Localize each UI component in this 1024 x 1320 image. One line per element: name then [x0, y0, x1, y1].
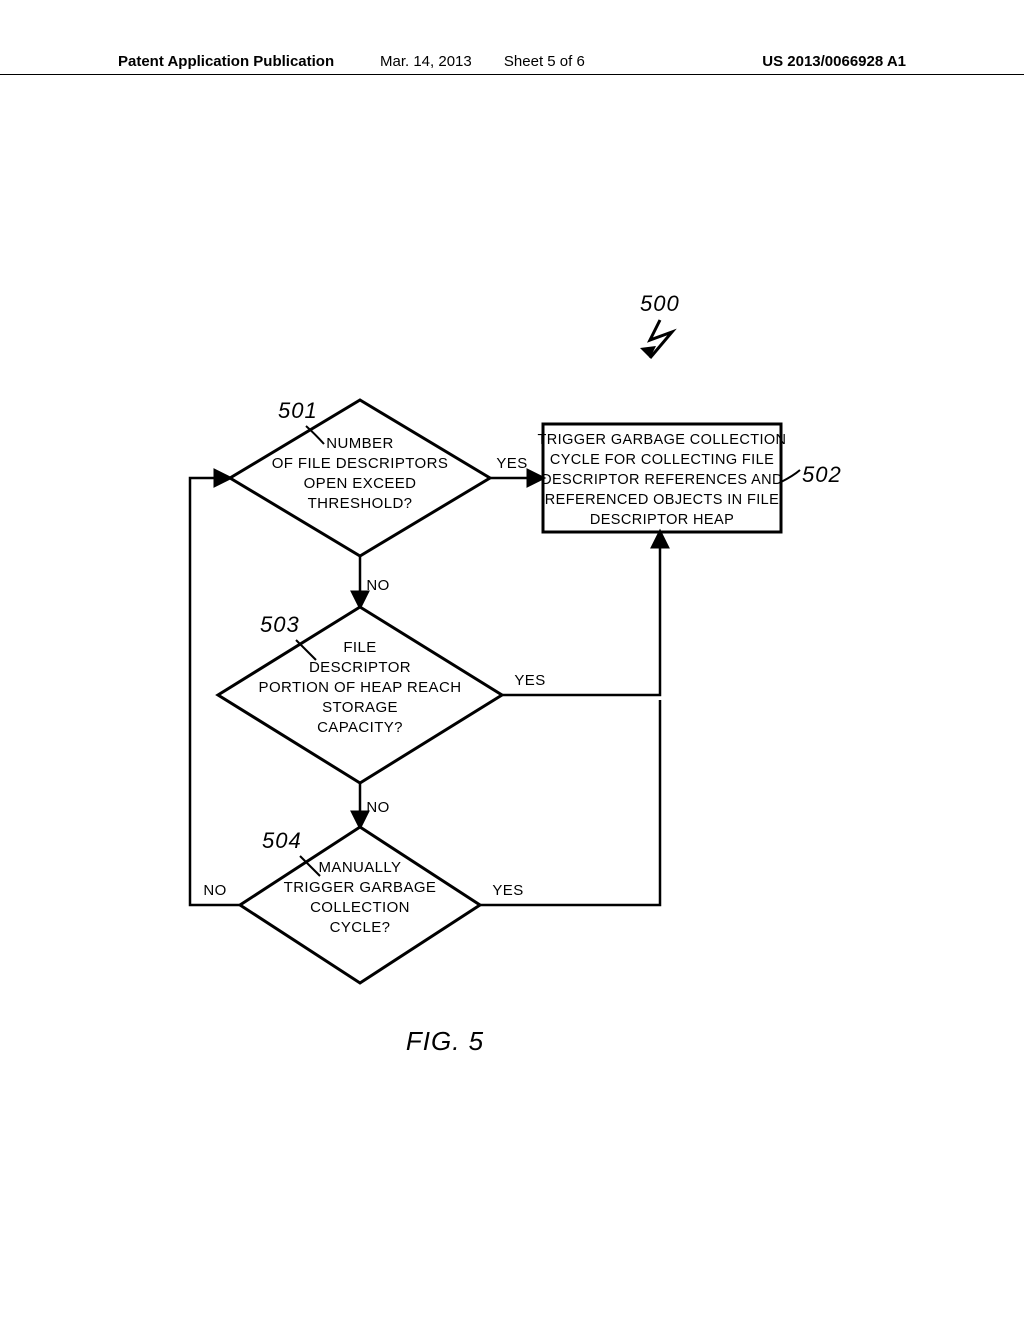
label-no-501: NO [366, 577, 389, 594]
flowchart-figure: 500 NUMBER OF FILE DESCRIPTORS OPEN EXCE… [0, 0, 1024, 1320]
ref-504: 504 [262, 828, 302, 853]
ref-500-callout: 500 [640, 291, 680, 358]
d503-line1: FILE [343, 639, 376, 656]
ref-501: 501 [278, 398, 318, 423]
ref-502-callout: 502 [781, 462, 842, 487]
page: Patent Application Publication Mar. 14, … [0, 0, 1024, 1320]
process-502: TRIGGER GARBAGE COLLECTION CYCLE FOR COL… [538, 424, 787, 532]
d503-line5: CAPACITY? [317, 719, 403, 736]
d503-line4: STORAGE [322, 699, 398, 716]
b502-line4: REFERENCED OBJECTS IN FILE [545, 492, 779, 508]
d504-line3: COLLECTION [310, 899, 410, 916]
edge-501-no: NO [360, 556, 390, 607]
d501-line2: OF FILE DESCRIPTORS [272, 455, 449, 472]
b502-line2: CYCLE FOR COLLECTING FILE [550, 452, 774, 468]
d503-line3: PORTION OF HEAP REACH [259, 679, 462, 696]
d504-line4: CYCLE? [330, 919, 391, 936]
d503-line2: DESCRIPTOR [309, 659, 411, 676]
ref-503: 503 [260, 612, 300, 637]
ref-502: 502 [802, 462, 842, 487]
d501-line3: OPEN EXCEED [304, 475, 417, 492]
d504-line2: TRIGGER GARBAGE [284, 879, 437, 896]
b502-line5: DESCRIPTOR HEAP [590, 512, 734, 528]
edge-503-no: NO [360, 783, 390, 827]
figure-label: FIG. 5 [406, 1026, 484, 1056]
ref-500: 500 [640, 291, 680, 316]
d504-line1: MANUALLY [319, 859, 402, 876]
edge-501-yes: YES [490, 455, 543, 478]
d501-line1: NUMBER [326, 435, 393, 452]
d501-line4: THRESHOLD? [308, 495, 413, 512]
b502-line1: TRIGGER GARBAGE COLLECTION [538, 432, 787, 448]
label-yes-501: YES [496, 455, 527, 472]
label-yes-504: YES [492, 882, 523, 899]
decision-501: NUMBER OF FILE DESCRIPTORS OPEN EXCEED T… [230, 400, 490, 556]
label-yes-503: YES [514, 672, 545, 689]
label-no-503: NO [366, 799, 389, 816]
edge-504-yes: YES [480, 700, 660, 905]
edge-503-yes: YES [502, 532, 660, 695]
b502-line3: DESCRIPTOR REFERENCES AND [541, 472, 783, 488]
label-no-504: NO [203, 882, 226, 899]
